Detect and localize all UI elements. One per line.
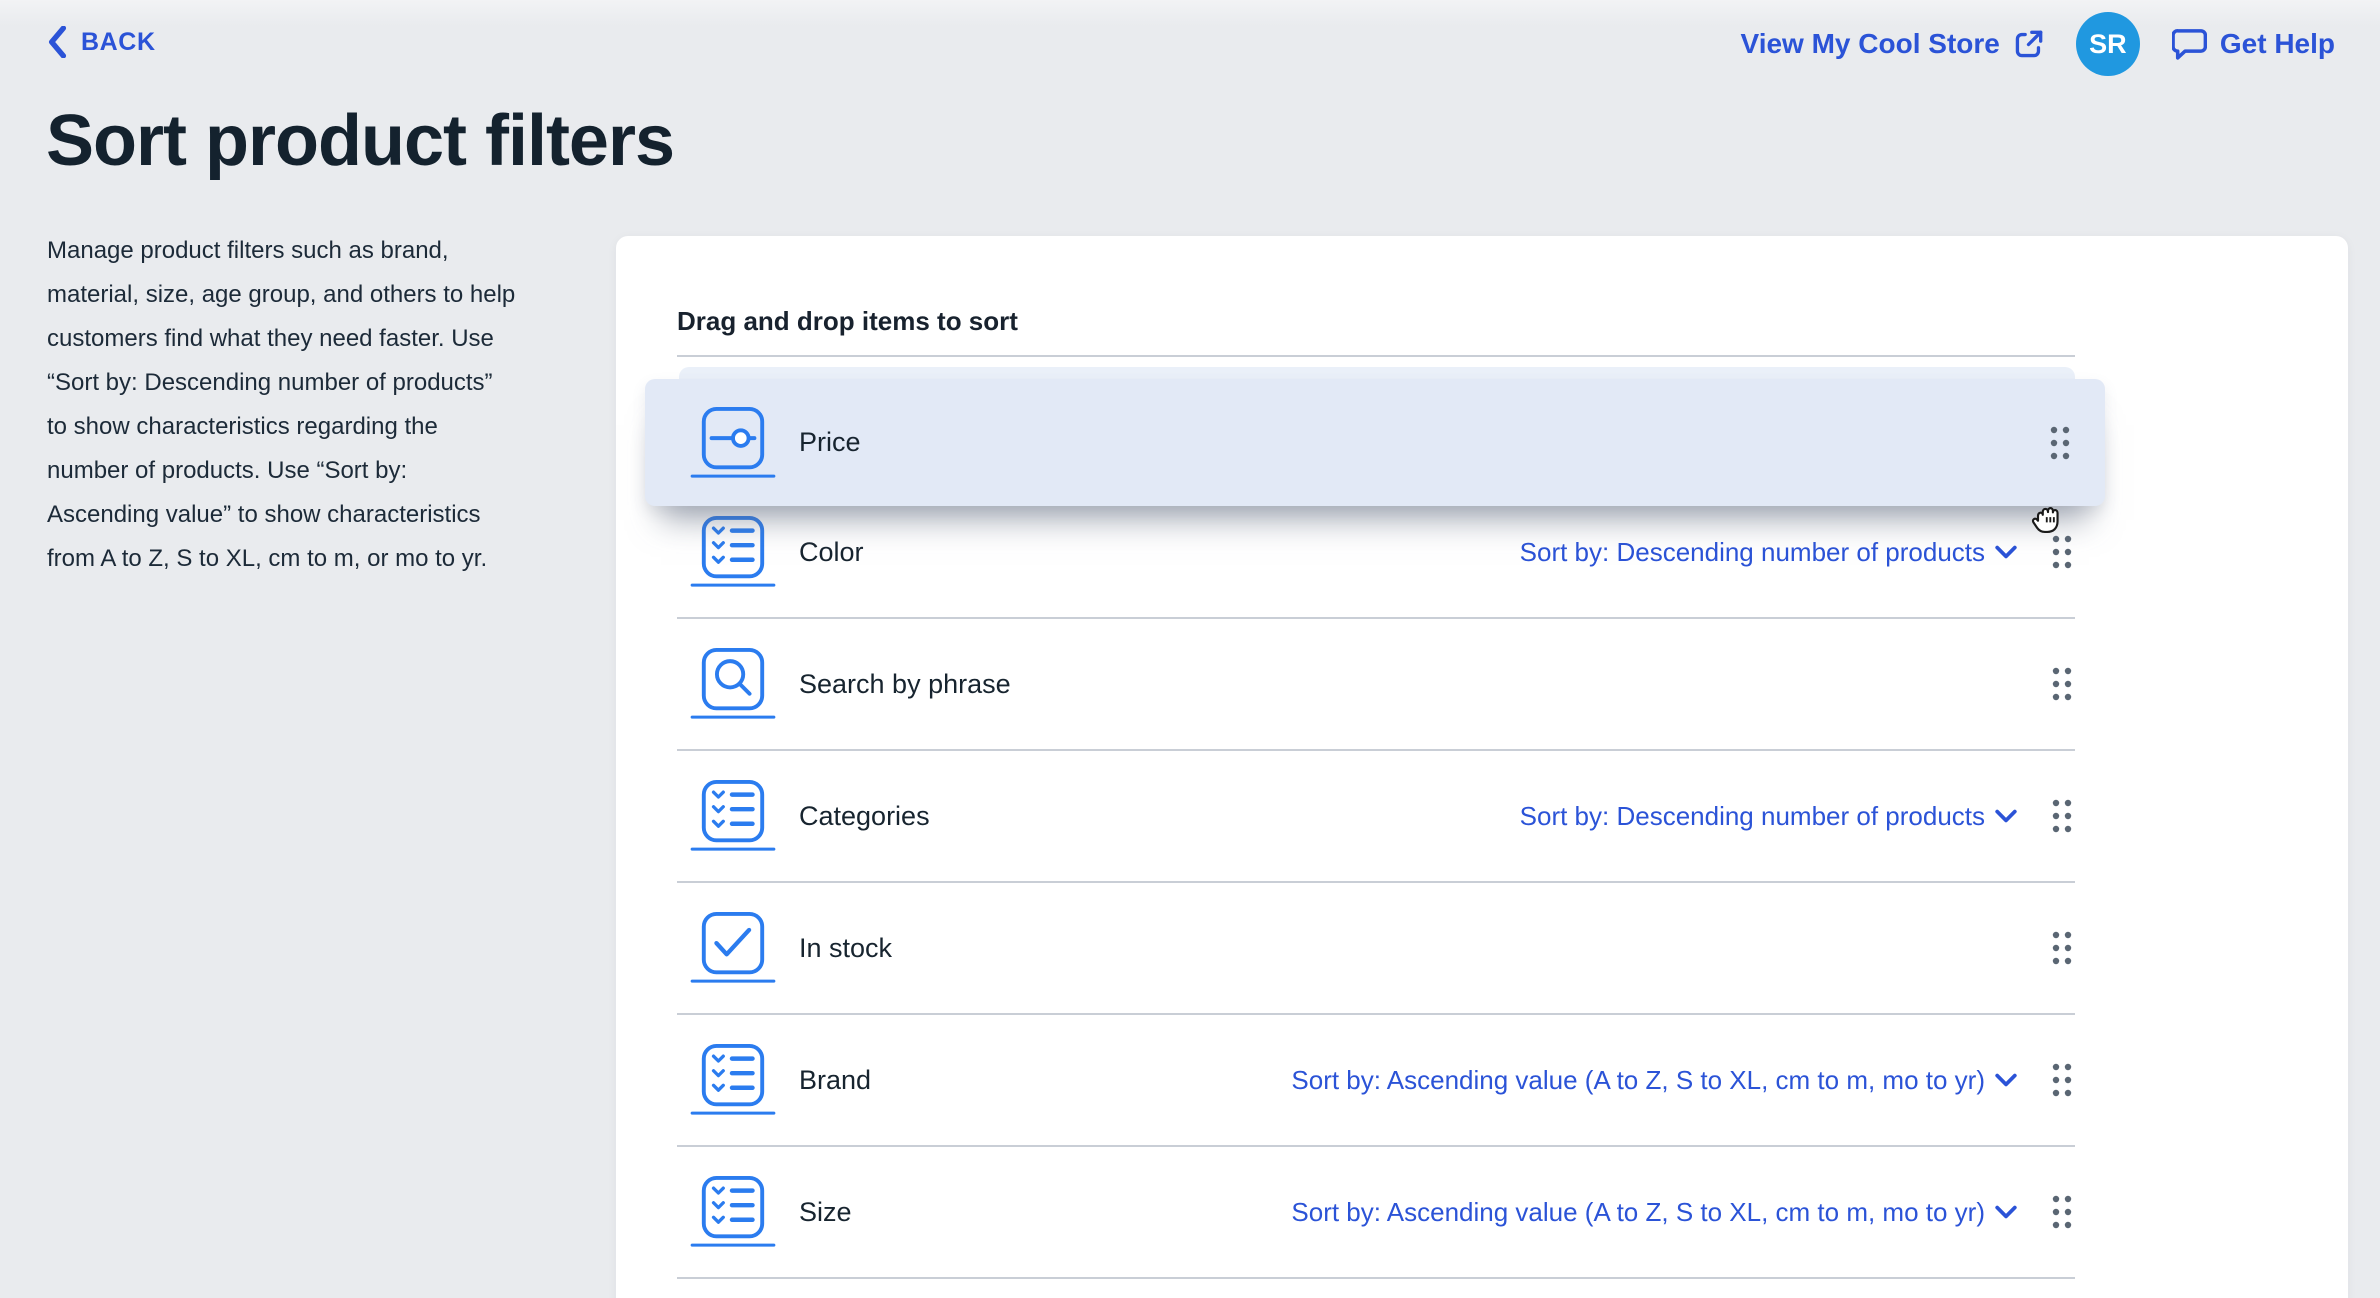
top-right-nav: View My Cool Store SR Get Help (1741, 10, 2335, 78)
filter-row-dragging[interactable]: Price (645, 378, 2105, 508)
sort-by-dropdown[interactable]: Sort by: Ascending value (A to Z, S to X… (1291, 1197, 2017, 1228)
sort-by-label: Sort by: Ascending value (A to Z, S to X… (1291, 1064, 1985, 1095)
drag-handle[interactable] (2051, 1194, 2073, 1230)
search-icon (689, 647, 777, 721)
drag-handle[interactable] (2051, 930, 2073, 966)
filter-row[interactable]: Search by phrase (677, 619, 2075, 751)
filter-row[interactable]: Brand Sort by: Ascending value (A to Z, … (677, 1015, 2075, 1147)
page-description: Manage product filters such as brand, mat… (47, 229, 607, 581)
description-line: “Sort by: Descending number of products” (47, 369, 493, 396)
avatar[interactable]: SR (2075, 12, 2140, 76)
sort-by-dropdown[interactable]: Sort by: Descending number of products (1520, 537, 2017, 568)
sort-by-label: Sort by: Descending number of products (1519, 536, 1985, 567)
page-title: Sort product filters (46, 101, 675, 181)
filter-label: In stock (799, 932, 893, 963)
sort-by-dropdown[interactable]: Sort by: Descending number of products (1520, 801, 2017, 832)
back-button[interactable]: BACK (47, 26, 156, 58)
slider-icon (689, 406, 777, 480)
dragged-row-container: Price (645, 379, 2105, 506)
drag-handle[interactable] (2049, 425, 2071, 461)
filter-label: Brand (799, 1064, 872, 1095)
drag-handle[interactable] (2051, 666, 2073, 702)
description-line: Manage product filters such as brand, (47, 237, 449, 264)
avatar-initials: SR (2089, 28, 2127, 59)
list-icon (689, 1043, 777, 1117)
filter-label: Price (799, 427, 861, 457)
filter-row[interactable]: In stock (677, 883, 2075, 1015)
sort-by-label: Sort by: Descending number of products (1519, 800, 1985, 831)
list-icon (689, 515, 777, 589)
sort-by-dropdown[interactable]: Sort by: Ascending value (A to Z, S to X… (1291, 1065, 2017, 1096)
sort-product-filters-page: BACK View My Cool Store SR Get Help Sort… (0, 0, 2380, 1298)
back-label: BACK (81, 27, 156, 56)
description-line: Ascending value” to show characteristics (47, 501, 481, 528)
drag-drop-heading: Drag and drop items to sort (677, 306, 1018, 336)
chat-bubble-icon (2171, 28, 2207, 61)
sort-by-label: Sort by: Ascending value (A to Z, S to X… (1291, 1196, 1985, 1227)
description-line: number of products. Use “Sort by: (47, 457, 408, 484)
filter-label: Size (799, 1196, 852, 1227)
view-store-label: View My Cool Store (1740, 28, 2000, 59)
drag-handle[interactable] (2051, 1062, 2073, 1098)
checkbox-icon (689, 911, 777, 985)
view-store-link[interactable]: View My Cool Store (1741, 28, 2044, 60)
list-icon (689, 1175, 777, 1249)
chevron-left-icon (47, 26, 67, 58)
get-help-label: Get Help (2219, 28, 2335, 59)
drag-handle[interactable] (2051, 534, 2073, 570)
description-line: from A to Z, S to XL, cm to m, or mo to … (47, 545, 488, 572)
chevron-down-icon (1995, 1073, 2017, 1087)
external-link-icon (2013, 29, 2044, 60)
filter-label: Search by phrase (799, 668, 1011, 699)
description-line: material, size, age group, and others to… (47, 281, 516, 308)
list-icon (689, 779, 777, 853)
description-line: customers find what they need faster. Us… (47, 325, 494, 352)
chevron-down-icon (1995, 809, 2017, 823)
filter-row[interactable]: Categories Sort by: Descending number of… (677, 751, 2075, 883)
drag-handle[interactable] (2051, 798, 2073, 834)
chevron-down-icon (1995, 1205, 2017, 1219)
filter-label: Color (799, 536, 864, 567)
get-help-link[interactable]: Get Help (2171, 28, 2335, 61)
filter-row[interactable]: Size Sort by: Ascending value (A to Z, S… (677, 1147, 2075, 1279)
description-line: to show characteristics regarding the (47, 413, 438, 440)
chevron-down-icon (1995, 545, 2017, 559)
filter-label: Categories (799, 800, 930, 831)
